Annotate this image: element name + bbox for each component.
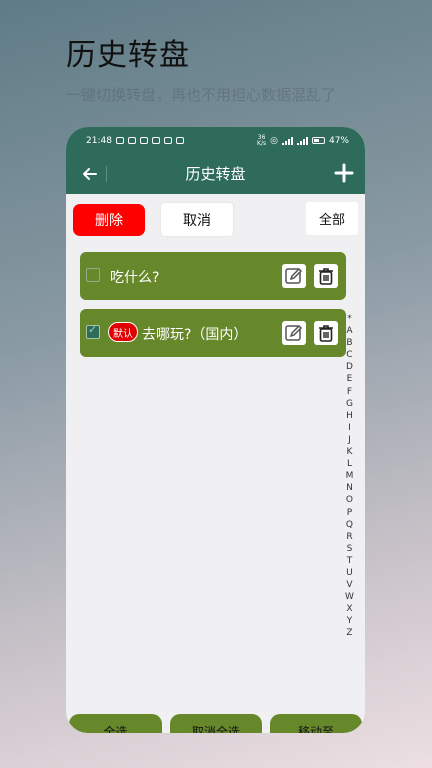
- plus-icon: [334, 163, 354, 183]
- app-icon: [175, 137, 184, 144]
- alphabet-index-letter[interactable]: P: [347, 507, 352, 519]
- phone-screen: 21:48 36 K/s ◎ 47% 历史转盘 删除 取消 全部 吃什么? ✓ …: [66, 127, 365, 733]
- page-title: 历史转盘: [185, 165, 246, 183]
- promo-title: 历史转盘: [66, 38, 190, 73]
- delete-item-button[interactable]: [314, 321, 338, 345]
- alphabet-index-letter[interactable]: X: [346, 603, 352, 615]
- alphabet-index-letter[interactable]: Y: [347, 615, 353, 627]
- alphabet-index-letter[interactable]: M: [346, 470, 354, 482]
- alphabet-index-letter[interactable]: N: [346, 482, 353, 494]
- item-checkbox[interactable]: [86, 268, 100, 282]
- wifi-icon: ◎: [270, 135, 278, 146]
- status-bar: 21:48 36 K/s ◎ 47%: [66, 127, 365, 154]
- action-row: 删除 取消 全部: [66, 194, 365, 246]
- alphabet-index-letter[interactable]: Q: [346, 519, 353, 531]
- alphabet-index-letter[interactable]: R: [346, 531, 352, 543]
- alphabet-index-letter[interactable]: *: [347, 313, 352, 325]
- battery-icon: [311, 137, 325, 144]
- trash-icon: [319, 325, 333, 342]
- battery-level: 47%: [328, 135, 349, 146]
- delete-button[interactable]: 删除: [73, 204, 145, 236]
- alphabet-index-letter[interactable]: T: [347, 555, 353, 567]
- notification-icon: [139, 137, 148, 144]
- alphabet-index-letter[interactable]: W: [345, 591, 354, 603]
- notification-icon: [127, 137, 136, 144]
- delete-item-button[interactable]: [314, 264, 338, 288]
- cancel-button[interactable]: 取消: [161, 203, 233, 236]
- alphabet-index-letter[interactable]: J: [348, 434, 351, 446]
- list-item[interactable]: 吃什么?: [80, 252, 346, 300]
- select-all-button[interactable]: 全选: [69, 714, 162, 733]
- filter-all-button[interactable]: 全部: [306, 202, 358, 235]
- alphabet-index-letter[interactable]: Z: [346, 627, 352, 639]
- edit-button[interactable]: [282, 264, 306, 288]
- status-time: 21:48: [86, 135, 112, 146]
- alphabet-index-letter[interactable]: S: [347, 543, 353, 555]
- alphabet-index-letter[interactable]: K: [347, 446, 353, 458]
- alphabet-index-letter[interactable]: D: [346, 361, 353, 373]
- alphabet-index-letter[interactable]: V: [346, 579, 352, 591]
- trash-icon: [319, 268, 333, 285]
- edit-icon: [285, 324, 303, 341]
- promo-subtitle: 一键切换转盘，再也不用担心数据混乱了: [66, 86, 337, 104]
- add-button[interactable]: [331, 160, 357, 186]
- alphabet-index-letter[interactable]: H: [346, 410, 353, 422]
- alphabet-index[interactable]: * A B C D E F G H I J K L M N O P Q R S T U V W X Y Z: [345, 313, 354, 640]
- vibrate-icon: [151, 137, 160, 144]
- alphabet-index-letter[interactable]: A: [346, 325, 352, 337]
- eye-icon: [115, 137, 124, 144]
- alphabet-index-letter[interactable]: O: [346, 494, 353, 506]
- alphabet-index-letter[interactable]: G: [346, 398, 353, 410]
- list-item[interactable]: 默认 去哪玩?（国内）: [80, 309, 346, 357]
- signal-icon: [281, 136, 293, 145]
- alphabet-index-letter[interactable]: E: [347, 373, 353, 385]
- alphabet-index-letter[interactable]: C: [346, 349, 352, 361]
- chat-icon: [163, 137, 172, 144]
- item-label: 吃什么?: [110, 270, 160, 286]
- edit-button[interactable]: [282, 321, 306, 345]
- app-bar: 历史转盘: [66, 154, 365, 194]
- signal-icon: [296, 136, 308, 145]
- alphabet-index-letter[interactable]: B: [346, 337, 352, 349]
- bottom-action-bar: 全选 取消全选 移动至: [66, 714, 365, 733]
- alphabet-index-letter[interactable]: U: [346, 567, 353, 579]
- item-checkbox[interactable]: [86, 323, 100, 339]
- edit-icon: [285, 267, 303, 284]
- default-badge: 默认: [108, 322, 138, 342]
- item-label: 去哪玩?（国内）: [142, 327, 248, 343]
- alphabet-index-letter[interactable]: L: [347, 458, 352, 470]
- move-to-button[interactable]: 移动至: [270, 714, 362, 733]
- alphabet-index-letter[interactable]: F: [347, 386, 352, 398]
- alphabet-index-letter[interactable]: I: [348, 422, 351, 434]
- network-speed: 36 K/s: [257, 133, 267, 147]
- deselect-all-button[interactable]: 取消全选: [170, 714, 262, 733]
